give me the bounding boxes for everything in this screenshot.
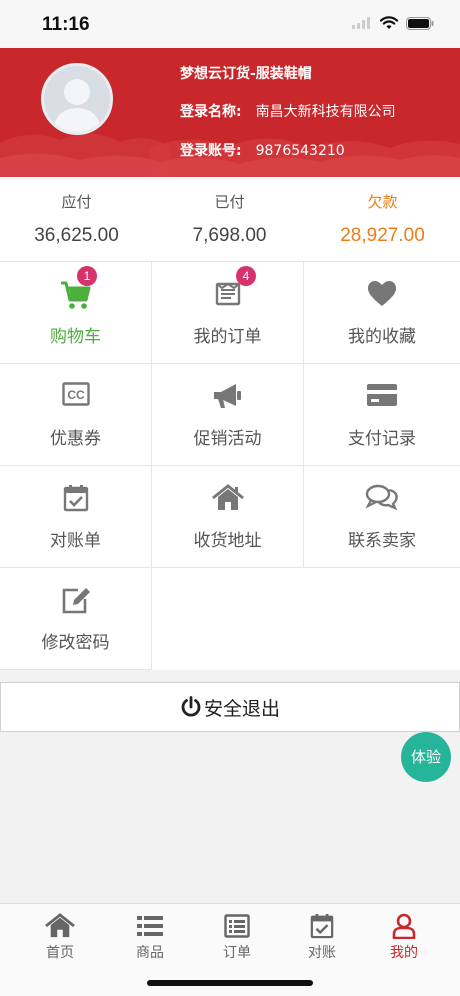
menu-item-coupons[interactable]: CC 优惠券 xyxy=(0,364,152,466)
menu-item-promotions[interactable]: 促销活动 xyxy=(152,364,304,466)
status-icons xyxy=(352,16,434,30)
home-indicator xyxy=(147,980,313,986)
credit-card-icon xyxy=(367,384,397,406)
battery-icon xyxy=(406,16,434,30)
edit-icon xyxy=(62,588,90,614)
megaphone-icon xyxy=(213,384,241,408)
menu-label-password: 修改密码 xyxy=(41,633,110,653)
tab-home[interactable]: 首页 xyxy=(20,912,100,966)
user-icon xyxy=(392,913,416,939)
svg-text:CC: CC xyxy=(67,388,85,402)
tab-orders-label: 订单 xyxy=(223,945,251,961)
status-time: 11:16 xyxy=(42,14,90,35)
tab-home-label: 首页 xyxy=(46,945,74,961)
tab-mine[interactable]: 我的 xyxy=(364,912,444,966)
menu-label-address: 收货地址 xyxy=(193,531,262,551)
wifi-icon xyxy=(380,16,398,29)
menu-label-payments: 支付记录 xyxy=(348,429,416,449)
order-icon xyxy=(224,914,250,938)
tab-mine-label: 我的 xyxy=(390,945,418,961)
menu-item-statement[interactable]: 对账单 xyxy=(0,466,152,568)
login-name-label: 登录名称: xyxy=(180,104,242,120)
paid-label: 已付 xyxy=(214,193,245,211)
account-summary: 应付 36,625.00 已付 7,698.00 欠款 28,927.00 xyxy=(0,177,460,262)
calendar-check-icon xyxy=(63,485,88,512)
tab-reconcile[interactable]: 对账 xyxy=(282,912,362,966)
login-account-label: 登录账号: xyxy=(180,143,242,159)
summary-debt[interactable]: 欠款 28,927.00 xyxy=(306,177,459,262)
menu-label-orders: 我的订单 xyxy=(193,327,262,347)
logout-label: 安全退出 xyxy=(203,697,280,720)
menu-label-contact: 联系卖家 xyxy=(348,531,416,551)
summary-payable[interactable]: 应付 36,625.00 xyxy=(0,177,153,262)
heart-icon xyxy=(368,281,396,306)
signal-icon xyxy=(352,17,370,29)
login-account-value: 9876543210 xyxy=(255,143,345,159)
tab-products-label: 商品 xyxy=(136,945,164,961)
tab-orders[interactable]: 订单 xyxy=(197,912,277,966)
menu-grid: 1 购物车 4 我的订单 我的收藏 CC 优惠券 促销活动 支付记录 对账单 收… xyxy=(0,262,460,670)
login-account-row: 登录账号: 9876543210 xyxy=(180,140,345,160)
menu-item-payments[interactable]: 支付记录 xyxy=(304,364,460,466)
summary-paid[interactable]: 已付 7,698.00 xyxy=(153,177,306,262)
menu-label-promotions: 促销活动 xyxy=(193,429,262,449)
login-name-row: 登录名称: 南昌大新科技有限公司 xyxy=(180,101,396,121)
payable-value: 36,625.00 xyxy=(34,225,119,246)
home-icon xyxy=(211,484,244,510)
debt-value: 28,927.00 xyxy=(340,225,425,246)
avatar[interactable] xyxy=(41,63,113,135)
profile-header: 梦想云订货-服装鞋帽 登录名称: 南昌大新科技有限公司 登录账号: 98765432… xyxy=(0,48,460,177)
menu-label-coupons: 优惠券 xyxy=(50,429,101,449)
calendar-check-icon xyxy=(310,914,334,939)
menu-label-favorites: 我的收藏 xyxy=(348,327,416,347)
menu-item-password[interactable]: 修改密码 xyxy=(0,568,152,670)
home-icon xyxy=(45,913,75,938)
menu-item-address[interactable]: 收货地址 xyxy=(152,466,304,568)
menu-item-orders[interactable]: 4 我的订单 xyxy=(152,262,304,364)
tab-reconcile-label: 对账 xyxy=(308,945,336,961)
list-icon xyxy=(137,916,163,936)
menu-label-cart: 购物车 xyxy=(50,327,101,347)
default-avatar-icon xyxy=(53,79,101,132)
tab-products[interactable]: 商品 xyxy=(110,912,190,966)
orders-badge: 4 xyxy=(236,266,256,286)
store-title: 梦想云订货-服装鞋帽 xyxy=(180,66,312,82)
coupon-cc-icon: CC xyxy=(61,382,90,406)
login-name-value: 南昌大新科技有限公司 xyxy=(255,104,396,120)
paid-value: 7,698.00 xyxy=(192,225,267,246)
menu-item-contact[interactable]: 联系卖家 xyxy=(304,466,460,568)
chat-icon xyxy=(365,484,398,510)
status-bar: 11:16 xyxy=(0,0,460,48)
cart-badge: 1 xyxy=(77,266,97,286)
power-icon xyxy=(181,696,201,717)
trial-button[interactable]: 体验 xyxy=(401,732,451,782)
debt-label: 欠款 xyxy=(367,193,398,211)
menu-label-statement: 对账单 xyxy=(50,531,101,551)
payable-label: 应付 xyxy=(61,193,92,211)
order-list-icon xyxy=(215,282,240,306)
menu-item-favorites[interactable]: 我的收藏 xyxy=(304,262,460,364)
menu-item-cart[interactable]: 1 购物车 xyxy=(0,262,152,364)
logout-button[interactable]: 安全退出 xyxy=(0,682,460,732)
